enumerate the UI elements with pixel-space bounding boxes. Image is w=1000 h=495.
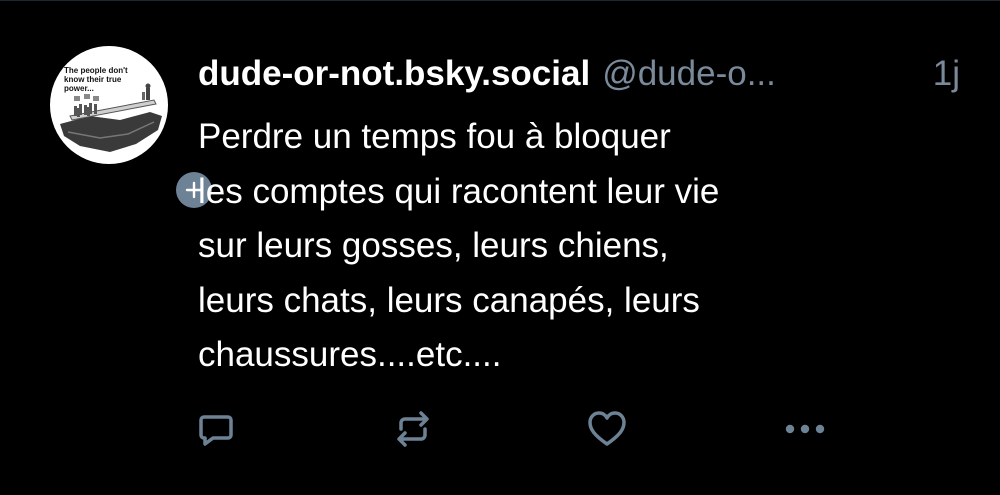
like-icon — [588, 411, 626, 446]
like-button[interactable] — [580, 402, 634, 456]
more-icon — [785, 424, 825, 434]
repost-button[interactable] — [386, 402, 440, 456]
author-handle[interactable]: @dude-o... — [602, 54, 776, 93]
post-timestamp[interactable]: 1j — [933, 50, 960, 98]
reply-button[interactable] — [189, 402, 243, 456]
avatar-illustration — [60, 83, 162, 152]
post-actions — [0, 402, 1000, 456]
avatar[interactable]: The people don't know their true power..… — [50, 46, 168, 164]
more-options-button[interactable] — [778, 402, 832, 456]
avatar-caption: The people don't know their true power..… — [64, 66, 128, 93]
post-text: Perdre un temps fou à bloquer les compte… — [198, 117, 720, 375]
repost-icon — [397, 411, 429, 447]
reply-icon — [199, 415, 233, 446]
avatar-container: The people don't know their true power..… — [50, 46, 216, 212]
post-item[interactable]: The people don't know their true power..… — [0, 0, 1000, 495]
post-header: dude-or-not.bsky.social @dude-o... — [198, 50, 968, 98]
author-display-name[interactable]: dude-or-not.bsky.social — [198, 54, 590, 93]
